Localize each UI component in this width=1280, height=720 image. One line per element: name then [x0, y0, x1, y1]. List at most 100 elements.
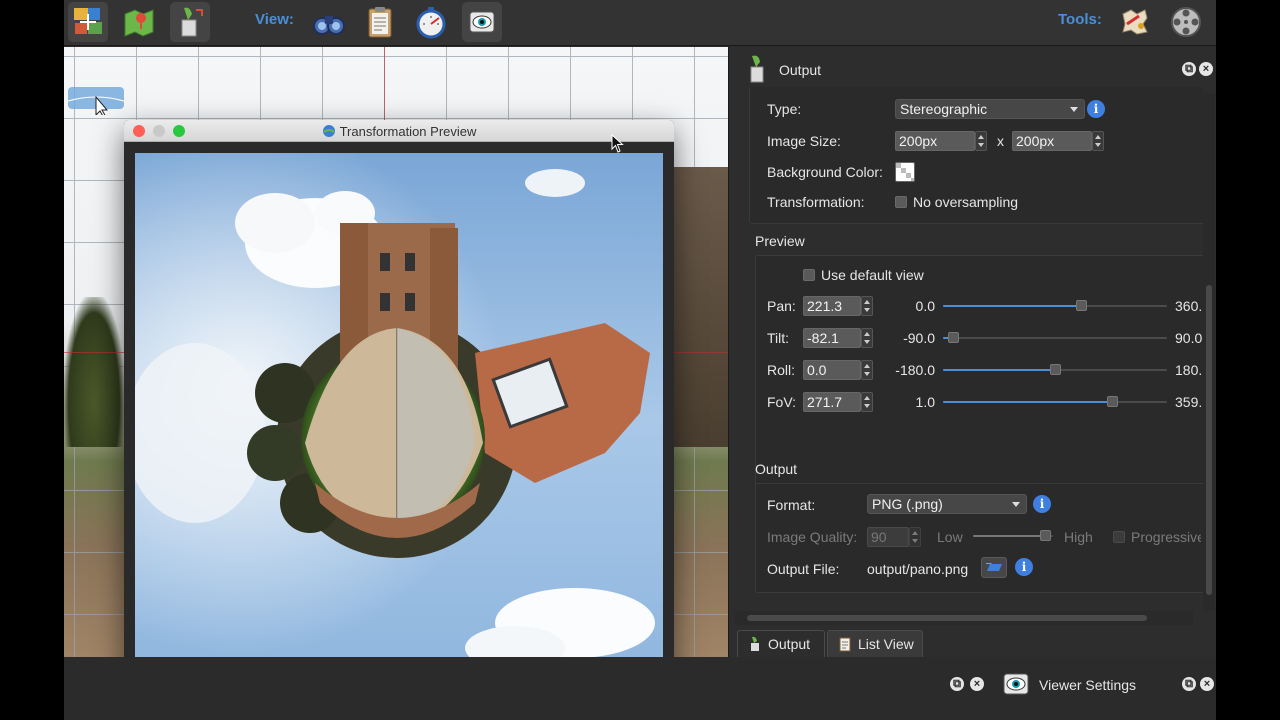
- panel-horizontal-scrollbar[interactable]: [735, 611, 1193, 625]
- fov-min-label: 1.0: [915, 394, 935, 410]
- output-file-value: output/pano.png: [867, 561, 969, 577]
- stopwatch-icon[interactable]: [411, 2, 451, 42]
- browse-output-file-button[interactable]: [981, 557, 1007, 578]
- viewer-settings-title: Viewer Settings: [1039, 677, 1137, 693]
- folder-icon: [986, 563, 1002, 571]
- fov-stepper[interactable]: [861, 392, 873, 412]
- background-color-swatch[interactable]: [895, 162, 915, 182]
- quality-slider-fill: [973, 535, 1045, 537]
- quality-low-label: Low: [937, 529, 963, 545]
- tab-output-label: Output: [768, 636, 811, 652]
- output-tab-icon: [751, 636, 759, 651]
- type-info-icon[interactable]: i: [1087, 100, 1105, 118]
- output-section-title: Output: [755, 461, 798, 477]
- main-toolbar: View: Tools:: [64, 0, 1216, 46]
- preview-titlebar[interactable]: Transformation Preview: [124, 120, 674, 142]
- tilt-min-label: -90.0: [903, 330, 935, 346]
- format-info-icon[interactable]: i: [1033, 495, 1051, 513]
- tilt-slider[interactable]: [943, 332, 1167, 344]
- fov-slider[interactable]: [943, 396, 1167, 408]
- tilt-stepper[interactable]: [861, 328, 873, 348]
- use-default-view-checkbox[interactable]: [803, 269, 815, 281]
- image-width-input[interactable]: 200px: [895, 131, 975, 151]
- panel-vertical-scrollbar[interactable]: [1203, 93, 1215, 611]
- image-height-input[interactable]: 200px: [1012, 131, 1092, 151]
- pan-slider[interactable]: [943, 300, 1167, 312]
- transformation-label: Transformation:: [767, 194, 865, 210]
- roll-slider[interactable]: [943, 364, 1167, 376]
- output-panel-header: Output ⧉ ×: [729, 47, 1216, 91]
- tilt-slider-thumb[interactable]: [947, 332, 959, 343]
- output-panel-icon: [750, 55, 764, 83]
- paint-fx-icon[interactable]: [1115, 2, 1155, 42]
- panorama-trees: [64, 297, 124, 447]
- type-label: Type:: [767, 101, 802, 117]
- image-quality-input[interactable]: 90: [867, 527, 909, 547]
- binoculars-icon[interactable]: [309, 2, 349, 42]
- roll-min-label: -180.0: [895, 362, 935, 378]
- output-tool-icon[interactable]: [170, 2, 210, 42]
- image-height-stepper[interactable]: [1092, 131, 1104, 151]
- preview-section-title: Preview: [755, 233, 805, 249]
- progressive-label: Progressive: [1131, 529, 1201, 545]
- view-label: View:: [255, 11, 294, 28]
- roll-slider-fill: [943, 369, 1055, 371]
- format-value: PNG (.png): [872, 496, 943, 512]
- tools-label: Tools:: [1058, 11, 1102, 28]
- pan-input[interactable]: 221.3: [803, 296, 861, 316]
- chevron-down-icon: [1070, 107, 1078, 112]
- output-dock-panel: Output ⧉ × Type: Stereographic i Image S…: [728, 47, 1216, 657]
- no-oversampling-label: No oversampling: [913, 194, 1019, 210]
- app-globe-icon: [322, 125, 335, 137]
- output-file-info-icon[interactable]: i: [1015, 558, 1033, 576]
- eye-icon[interactable]: [462, 2, 502, 42]
- map-icon[interactable]: [119, 2, 159, 42]
- preview-title: Transformation Preview: [124, 124, 674, 139]
- output-file-label: Output File:: [767, 561, 840, 577]
- image-quality-slider[interactable]: [973, 530, 1053, 542]
- tilt-max-label: 90.0: [1175, 330, 1203, 346]
- film-reel-icon[interactable]: [1166, 2, 1206, 42]
- progressive-checkbox[interactable]: [1113, 531, 1125, 543]
- preview-title-text: Transformation Preview: [339, 124, 477, 139]
- tab-list-view[interactable]: List View: [827, 630, 923, 657]
- stereographic-preview-image[interactable]: [135, 153, 663, 681]
- clipboard-icon[interactable]: [360, 2, 400, 42]
- undock-icon[interactable]: ⧉: [1182, 62, 1196, 76]
- vertical-scroll-thumb[interactable]: [1206, 285, 1212, 595]
- pan-slider-fill: [943, 305, 1081, 307]
- no-oversampling-checkbox[interactable]: [895, 196, 907, 208]
- tilt-input[interactable]: -82.1: [803, 328, 861, 348]
- fov-input[interactable]: 271.7: [803, 392, 861, 412]
- pan-min-label: 0.0: [915, 298, 935, 314]
- image-thumbnail-icon[interactable]: [66, 81, 126, 115]
- type-combobox[interactable]: Stereographic: [895, 99, 1085, 119]
- undock-icon[interactable]: ⧉: [1182, 677, 1196, 691]
- image-quality-stepper[interactable]: [909, 527, 921, 547]
- mouse-cursor-icon: [611, 134, 624, 153]
- fov-slider-thumb[interactable]: [1107, 396, 1119, 407]
- stitcher-tool-icon[interactable]: [68, 2, 108, 42]
- pan-slider-thumb[interactable]: [1075, 300, 1087, 311]
- roll-input[interactable]: 0.0: [803, 360, 861, 380]
- quality-slider-thumb[interactable]: [1040, 530, 1051, 541]
- pan-stepper[interactable]: [861, 296, 873, 316]
- roll-stepper[interactable]: [861, 360, 873, 380]
- image-width-stepper[interactable]: [975, 131, 987, 151]
- output-panel-title: Output: [779, 62, 822, 78]
- roll-slider-thumb[interactable]: [1050, 364, 1061, 375]
- pan-label: Pan:: [767, 298, 796, 314]
- tilt-slider-track: [943, 337, 1167, 339]
- close-panel-icon[interactable]: ×: [1200, 677, 1214, 691]
- format-combobox[interactable]: PNG (.png): [867, 494, 1027, 514]
- quality-high-label: High: [1064, 529, 1093, 545]
- size-separator: x: [997, 133, 1004, 149]
- transformation-preview-window: Transformation Preview: [124, 120, 674, 692]
- close-panel-icon[interactable]: ×: [1199, 62, 1213, 76]
- horizontal-scroll-thumb[interactable]: [747, 615, 1147, 621]
- tab-output[interactable]: Output: [737, 630, 825, 657]
- image-size-label: Image Size:: [767, 133, 841, 149]
- undock-icon[interactable]: ⧉: [950, 677, 964, 691]
- fov-label: FoV:: [767, 394, 797, 410]
- close-panel-icon[interactable]: ×: [970, 677, 984, 691]
